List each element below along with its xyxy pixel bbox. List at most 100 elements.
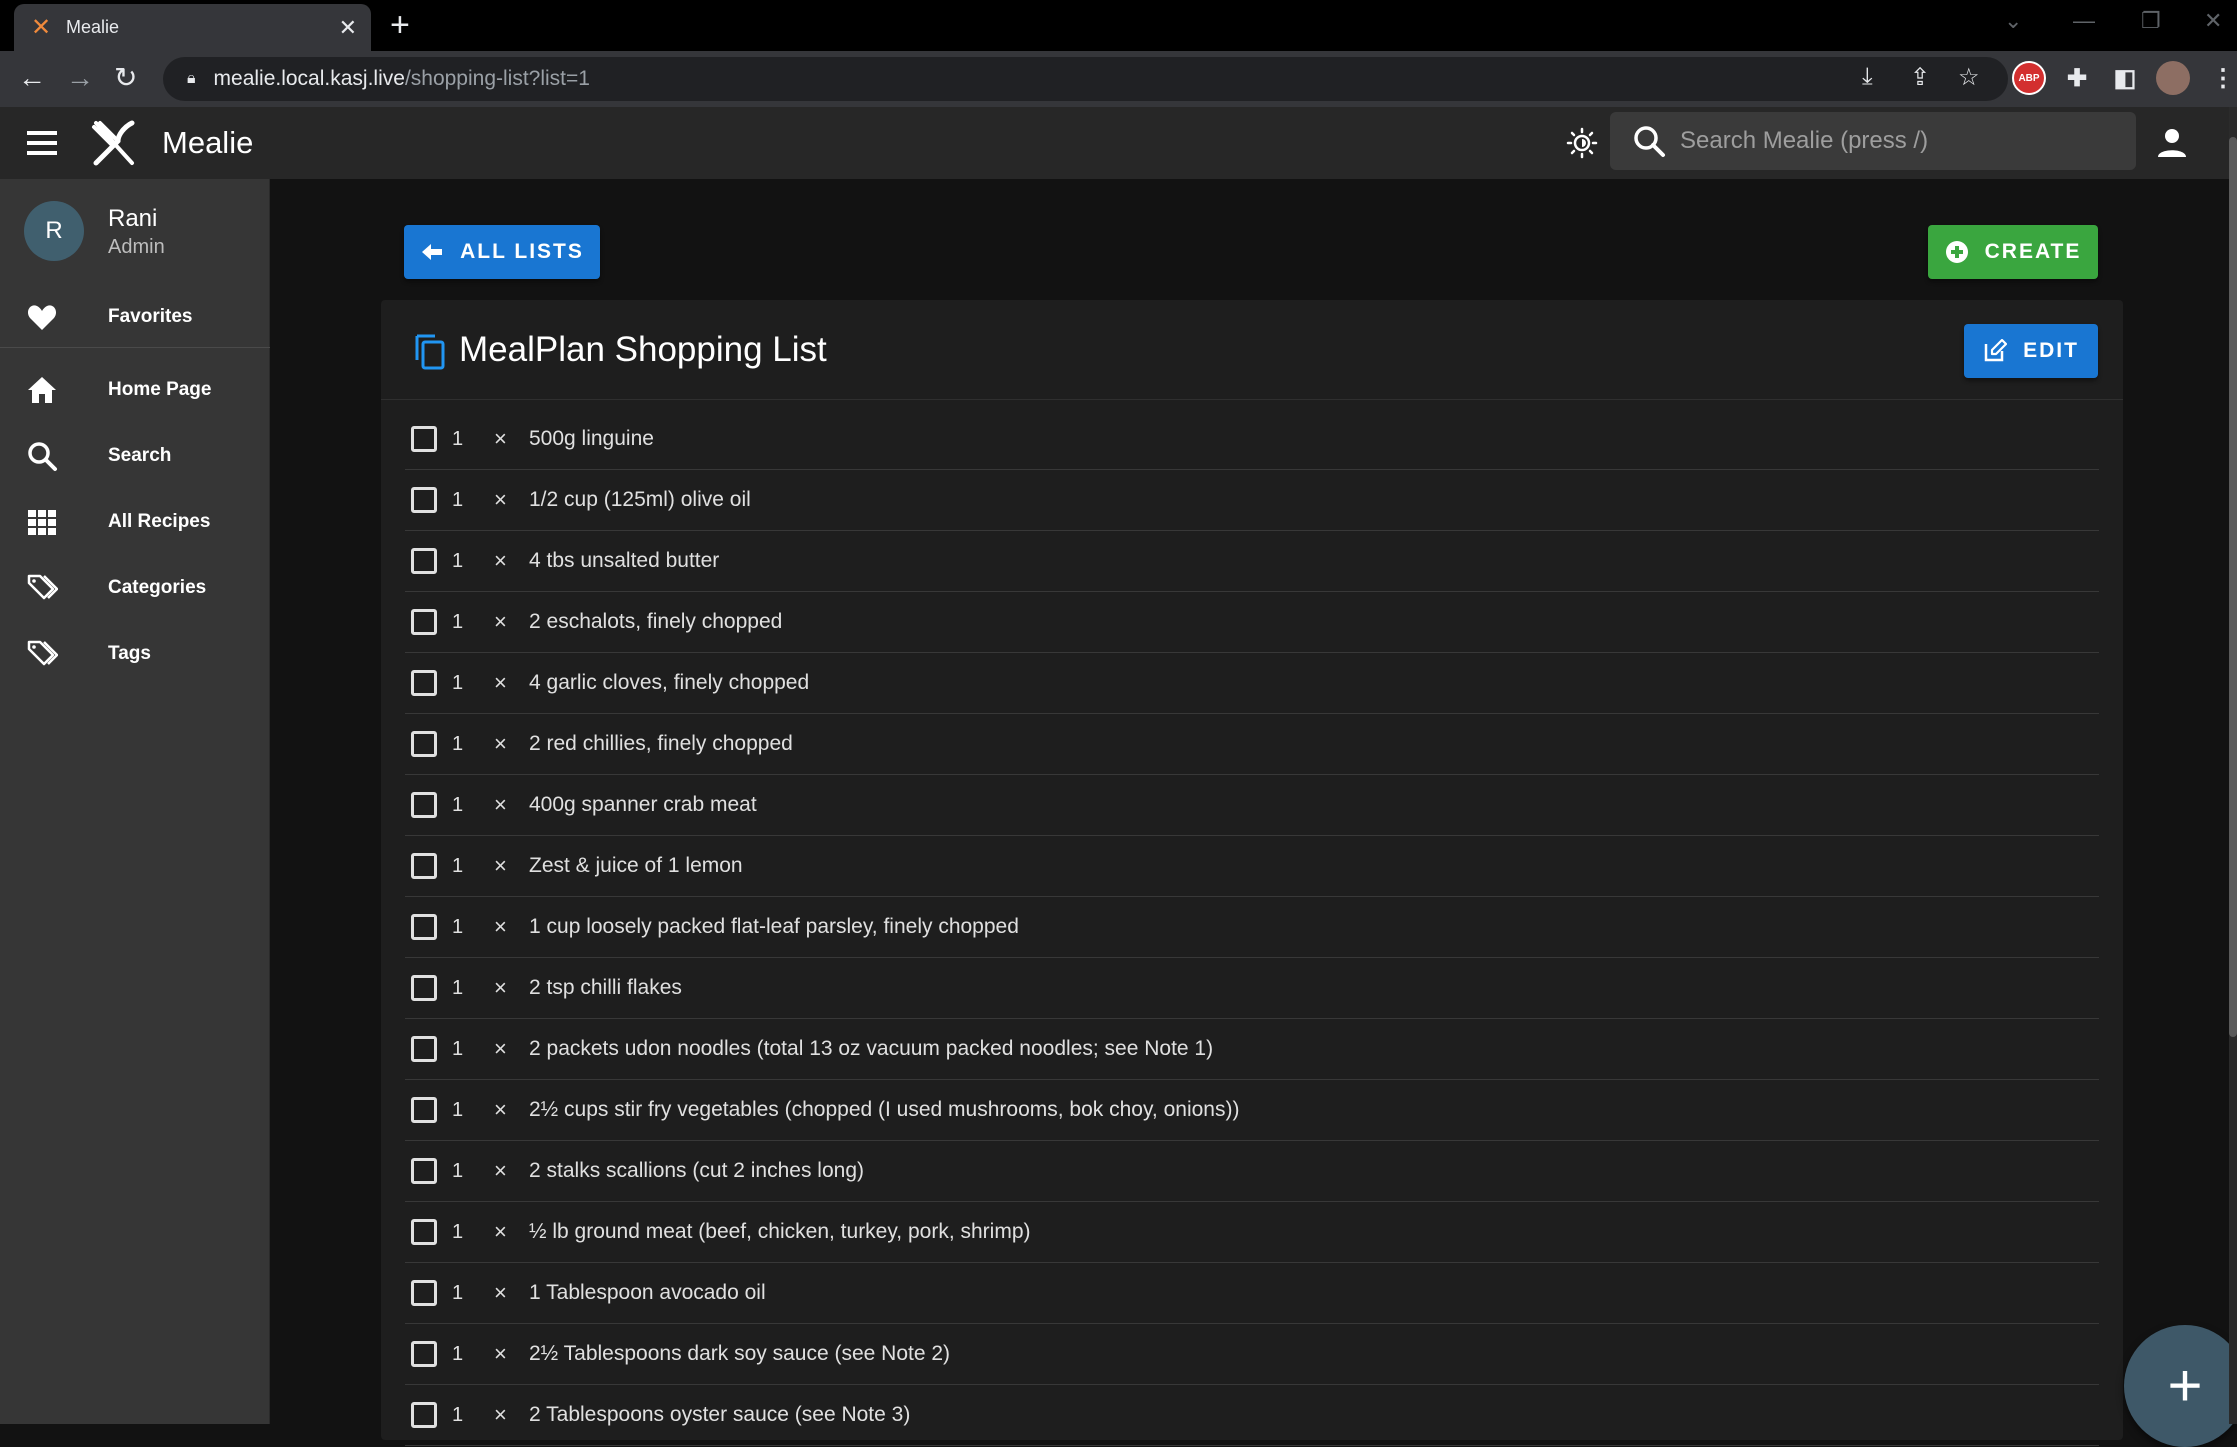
back-icon[interactable]: ← (18, 62, 46, 94)
user-name: Rani (108, 205, 158, 232)
profile-avatar-icon[interactable] (2156, 61, 2190, 95)
user-profile[interactable]: R Rani Admin (0, 179, 270, 269)
item-checkbox[interactable] (411, 670, 437, 696)
sidebar: R Rani Admin Favorites Home Page Search … (0, 179, 270, 1424)
shopping-list-card: MealPlan Shopping List EDIT 1 × 500g lingu… (381, 300, 2123, 1446)
sidebar-item-label: Search (108, 445, 172, 466)
lock-icon: 🔒︎ (187, 70, 196, 87)
extensions-puzzle-icon[interactable]: ✚ (2060, 61, 2094, 95)
browser-menu-icon[interactable]: ⋮ (2206, 61, 2237, 95)
sidebar-item-label: Tags (108, 643, 151, 664)
list-item: 1 × ½ lb ground meat (beef, chicken, turke… (405, 1202, 2099, 1263)
item-quantity: 1 (452, 1098, 464, 1121)
sidebar-item-home-page[interactable]: Home Page (0, 359, 270, 421)
url-host: mealie.local.kasj.live (213, 67, 405, 90)
url-path: /shopping-list?list=1 (404, 67, 590, 90)
item-text: 1/2 cup (125ml) olive oil (529, 488, 751, 511)
item-quantity: 1 (452, 549, 464, 572)
times-icon: × (494, 914, 507, 939)
item-checkbox[interactable] (411, 1402, 437, 1428)
create-button[interactable]: CREATE (1928, 225, 2098, 279)
times-icon: × (494, 1219, 507, 1244)
item-checkbox[interactable] (411, 731, 437, 757)
side-panel-icon[interactable]: ◧ (2108, 61, 2142, 95)
new-tab-icon[interactable]: + (390, 8, 410, 42)
times-icon: × (494, 548, 507, 573)
item-quantity: 1 (452, 793, 464, 816)
edit-button[interactable]: EDIT (1964, 324, 2098, 378)
item-checkbox[interactable] (411, 1341, 437, 1367)
tab-search-icon[interactable]: ⌄ (2004, 8, 2022, 34)
sidebar-item-tags[interactable]: Tags (0, 623, 270, 685)
sidebar-item-categories[interactable]: Categories (0, 557, 270, 619)
sidebar-item-all-recipes[interactable]: All Recipes (0, 491, 270, 553)
sidebar-item-favorites[interactable]: Favorites (0, 286, 270, 348)
copy-icon[interactable] (413, 332, 447, 370)
share-icon[interactable]: ⇪ (1910, 63, 1930, 92)
install-app-icon[interactable]: ⤓ (1862, 63, 1873, 91)
user-role: Admin (108, 236, 165, 258)
page-scrollbar[interactable] (2229, 107, 2237, 1424)
mealie-favicon-icon: ✕ (30, 13, 52, 41)
sidebar-item-label: All Recipes (108, 511, 211, 532)
browser-tab-bar: ✕ Mealie ✕ + ⌄ — ❐ ✕ (0, 0, 2237, 51)
reload-icon[interactable]: ↻ (114, 62, 137, 94)
item-checkbox[interactable] (411, 853, 437, 879)
avatar[interactable]: R (24, 201, 84, 261)
item-checkbox[interactable] (411, 1036, 437, 1062)
bookmark-star-icon[interactable]: ☆ (1958, 63, 1980, 92)
item-text: 500g linguine (529, 427, 654, 450)
close-tab-icon[interactable]: ✕ (339, 15, 357, 41)
list-item: 1 × Zest & juice of 1 lemon (405, 836, 2099, 897)
app-name[interactable]: Mealie (162, 125, 253, 161)
times-icon: × (494, 1158, 507, 1183)
edit-icon (1984, 339, 2008, 362)
item-checkbox[interactable] (411, 426, 437, 452)
item-checkbox[interactable] (411, 792, 437, 818)
item-text: 1 Tablespoon avocado oil (529, 1281, 766, 1304)
browser-tab-title: Mealie (66, 17, 120, 37)
item-quantity: 1 (452, 915, 464, 938)
sidebar-item-search[interactable]: Search (0, 425, 270, 487)
all-lists-label: ALL LISTS (460, 240, 584, 263)
search-icon (28, 442, 57, 471)
item-checkbox[interactable] (411, 609, 437, 635)
all-lists-button[interactable]: ALL LISTS (404, 225, 600, 279)
adblock-extension-icon[interactable]: ABP (2012, 61, 2046, 95)
search-input[interactable] (1680, 127, 2120, 155)
restore-icon[interactable]: ❐ (2141, 8, 2161, 34)
item-checkbox[interactable] (411, 1097, 437, 1123)
minimize-icon[interactable]: — (2073, 8, 2095, 34)
item-checkbox[interactable] (411, 975, 437, 1001)
item-checkbox[interactable] (411, 1158, 437, 1184)
mealie-logo-icon[interactable] (90, 119, 138, 167)
close-window-icon[interactable]: ✕ (2204, 8, 2222, 34)
app-header: Mealie (0, 107, 2237, 179)
list-item: 1 × 4 garlic cloves, finely chopped (405, 653, 2099, 714)
url-field[interactable]: 🔒︎ mealie.local.kasj.live/shopping-list?… (163, 57, 2008, 101)
item-text: 2 red chillies, finely chopped (529, 732, 793, 755)
add-item-fab-button[interactable]: + (2124, 1325, 2237, 1447)
search-bar[interactable] (1610, 112, 2136, 170)
scrollbar-thumb[interactable] (2229, 137, 2237, 1037)
item-quantity: 1 (452, 976, 464, 999)
item-checkbox[interactable] (411, 548, 437, 574)
item-checkbox[interactable] (411, 1219, 437, 1245)
theme-toggle-icon[interactable] (1566, 127, 1598, 159)
list-item: 1 × 2 stalks scallions (cut 2 inches long) (405, 1141, 2099, 1202)
item-checkbox[interactable] (411, 914, 437, 940)
item-checkbox[interactable] (411, 487, 437, 513)
list-item: 1 × 400g spanner crab meat (405, 775, 2099, 836)
browser-tab[interactable]: ✕ Mealie ✕ (14, 4, 371, 51)
page-title: MealPlan Shopping List (459, 330, 827, 369)
hamburger-menu-icon[interactable] (24, 125, 60, 161)
item-quantity: 1 (452, 854, 464, 877)
account-icon[interactable] (2154, 125, 2190, 161)
item-quantity: 1 (452, 1037, 464, 1060)
create-label: CREATE (1984, 240, 2082, 263)
item-text: 2 Tablespoons oyster sauce (see Note 3) (529, 1403, 911, 1426)
sidebar-divider (0, 347, 270, 348)
forward-icon[interactable]: → (66, 62, 94, 94)
item-checkbox[interactable] (411, 1280, 437, 1306)
arrow-left-icon (422, 244, 443, 260)
